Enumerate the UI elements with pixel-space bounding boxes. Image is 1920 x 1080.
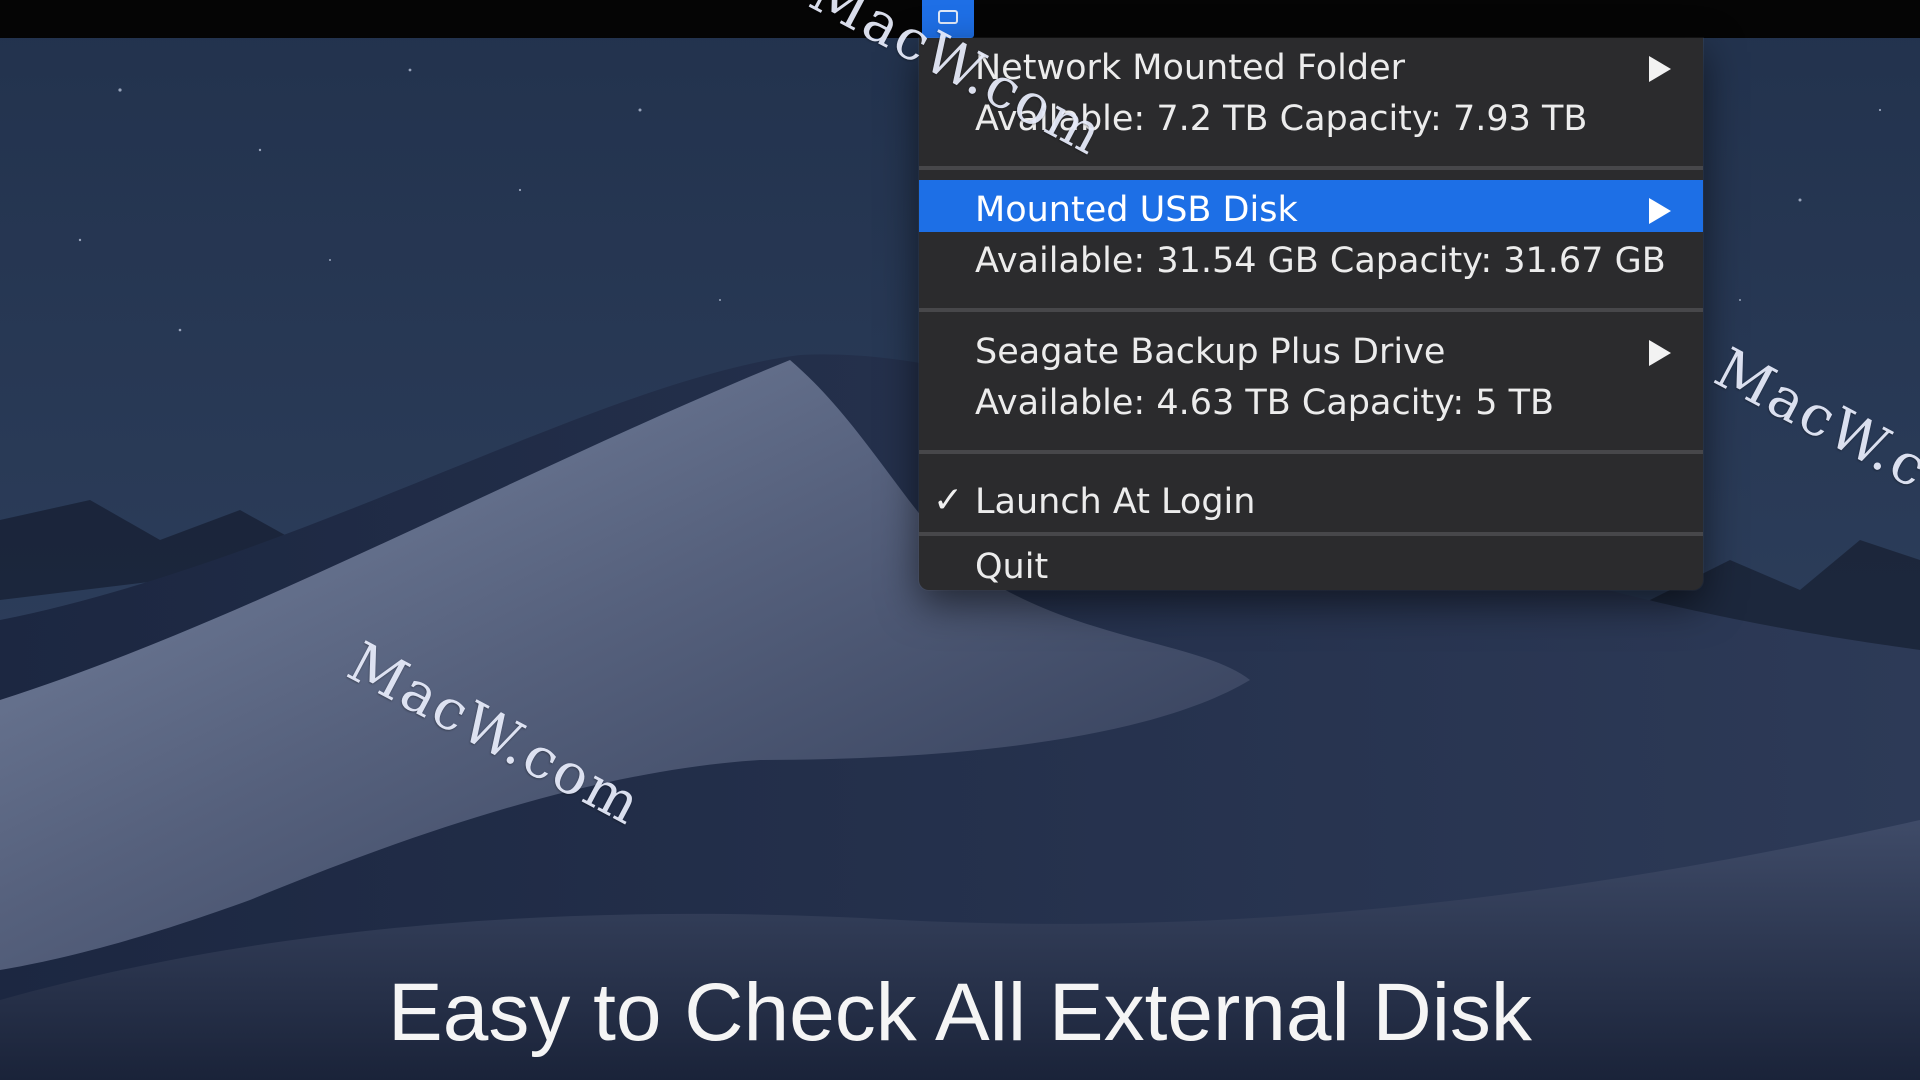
menu-item-mounted-usb-disk[interactable]: Mounted USB Disk Available: 31.54 GB Cap… xyxy=(919,180,1703,308)
menu-separator xyxy=(919,308,1703,312)
triangle-right-icon xyxy=(1649,198,1671,224)
menu-separator xyxy=(919,532,1703,536)
menu-item-label: Launch At Login xyxy=(975,482,1256,522)
menu-item-label: Quit xyxy=(975,547,1049,587)
menu-separator xyxy=(919,450,1703,454)
menu-item-title: Mounted USB Disk xyxy=(975,190,1298,230)
promo-caption: Easy to Check All External Disk xyxy=(388,967,1532,1058)
triangle-right-icon xyxy=(1649,56,1671,82)
menu-item-launch-at-login[interactable]: ✓ Launch At Login xyxy=(919,464,1703,530)
triangle-right-icon xyxy=(1649,340,1671,366)
menu-item-details: Available: 4.63 TB Capacity: 5 TB xyxy=(975,383,1555,423)
menu-item-quit[interactable]: Quit xyxy=(919,546,1703,590)
menu-separator xyxy=(919,166,1703,170)
desktop-screen: Network Mounted Folder Available: 7.2 TB… xyxy=(0,0,1920,1080)
menu-item-seagate-backup-plus-drive[interactable]: Seagate Backup Plus Drive Available: 4.6… xyxy=(919,322,1703,450)
menu-item-details: Available: 31.54 GB Capacity: 31.67 GB xyxy=(975,241,1666,281)
checkmark-icon: ✓ xyxy=(933,480,964,521)
menu-item-title: Seagate Backup Plus Drive xyxy=(975,332,1446,372)
